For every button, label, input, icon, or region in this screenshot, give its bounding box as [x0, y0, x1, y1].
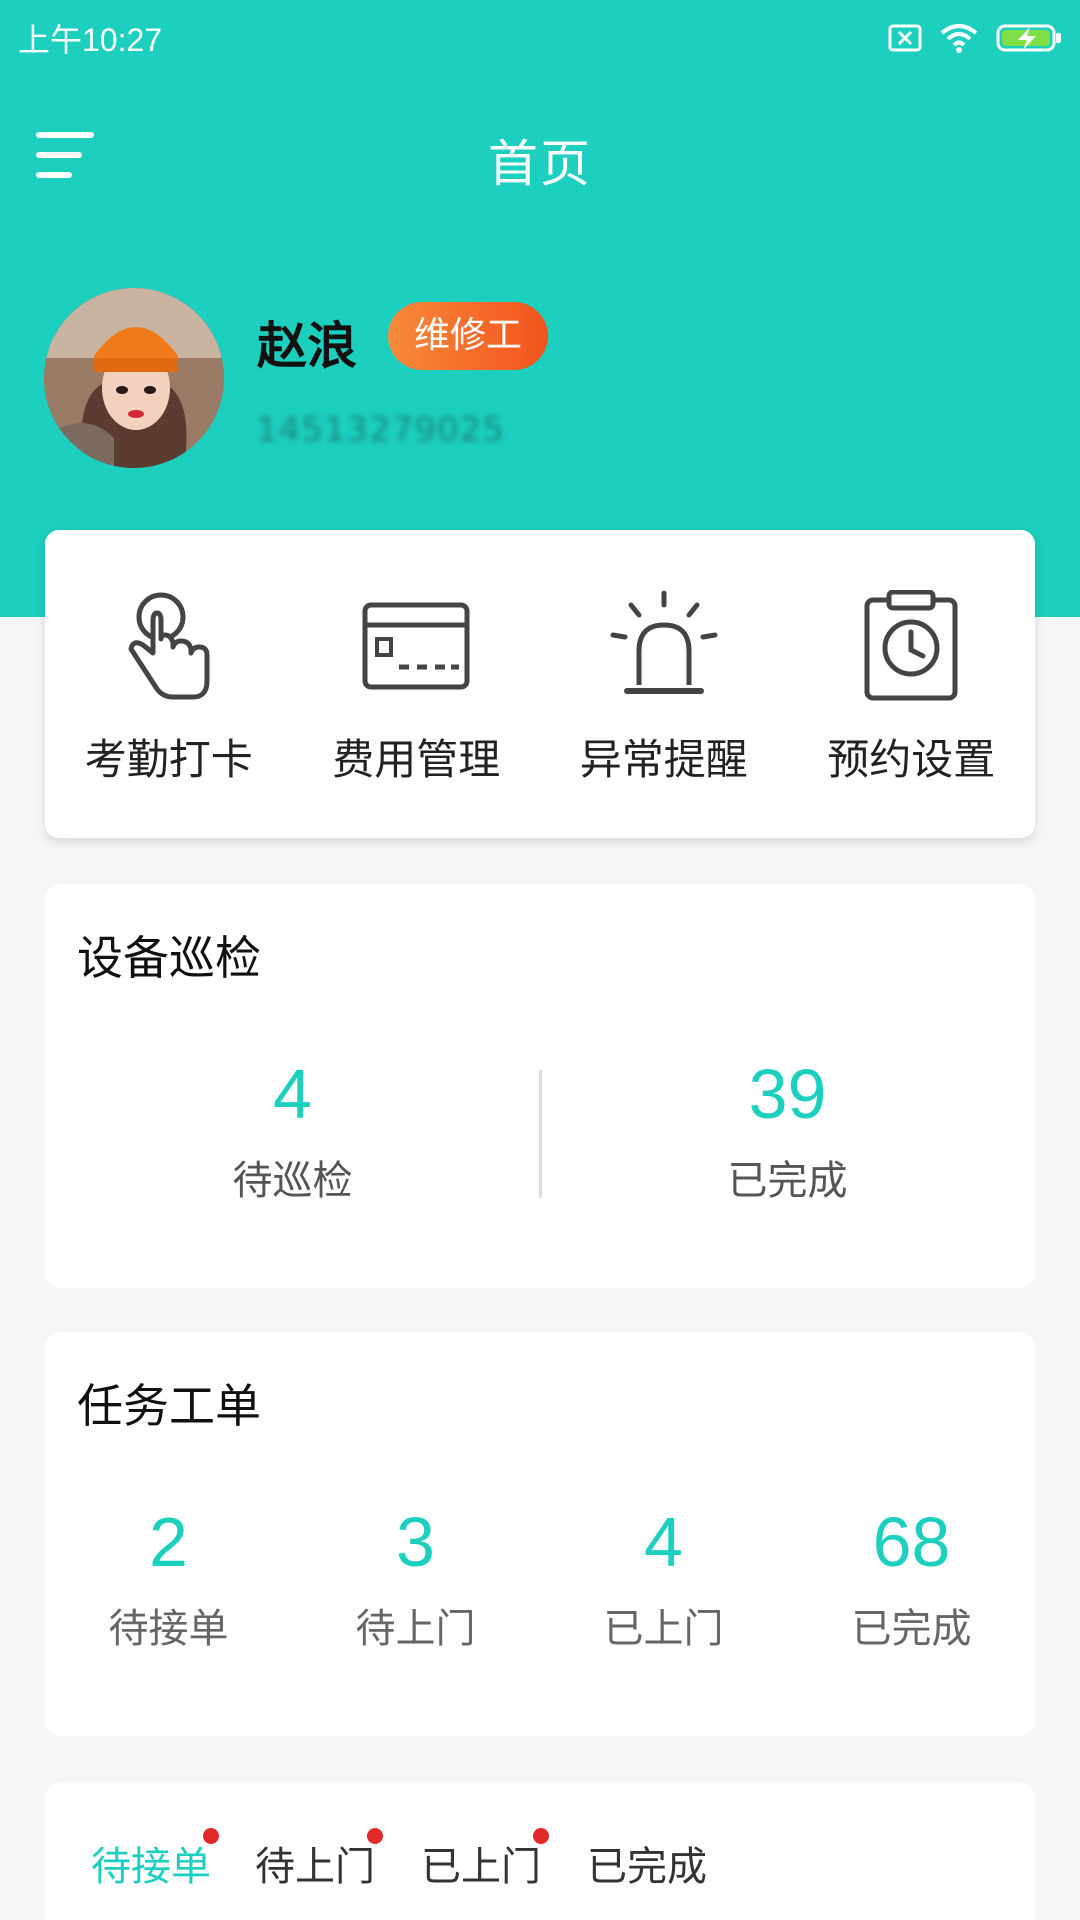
stat-label: 已完成 — [727, 1158, 848, 1204]
avatar[interactable] — [44, 288, 224, 468]
quick-action-label: 预约设置 — [827, 735, 996, 784]
stat-value: 2 — [149, 1503, 188, 1581]
quick-action-label: 费用管理 — [332, 735, 501, 784]
stat-pending-inspection[interactable]: 4 待巡检 — [45, 1054, 540, 1206]
stat-label: 待巡检 — [232, 1158, 353, 1204]
order-tabs: 待接单 待上门 已上门 已完成 — [45, 1782, 1035, 1920]
notification-dot — [367, 1828, 383, 1844]
tasks-title: 任务工单 — [77, 1379, 261, 1433]
stat-visited[interactable]: 4 已上门 — [540, 1502, 787, 1654]
inspection-title: 设备巡检 — [77, 931, 261, 985]
quick-action-label: 考勤打卡 — [84, 735, 253, 784]
stat-value: 3 — [396, 1503, 435, 1581]
clipboard-clock-icon — [851, 586, 971, 706]
tab-visited[interactable]: 已上门 — [421, 1828, 549, 1892]
quick-action-alert[interactable]: 异常提醒 — [540, 530, 788, 838]
stat-value: 39 — [748, 1055, 827, 1133]
status-time: 上午10:27 — [18, 21, 163, 58]
tasks-card: 任务工单 2 待接单 3 待上门 4 已上门 68 已完成 — [45, 1332, 1035, 1736]
status-bar: 上午10:27 — [0, 0, 1080, 75]
stat-pending-visit[interactable]: 3 待上门 — [292, 1502, 539, 1654]
quick-action-label: 异常提醒 — [579, 735, 748, 784]
stat-label: 待接单 — [108, 1606, 229, 1652]
hand-pointer-icon — [109, 586, 229, 706]
quick-action-attendance[interactable]: 考勤打卡 — [45, 530, 293, 838]
no-sim-icon — [888, 24, 922, 51]
tab-label: 待接单 — [91, 1844, 211, 1890]
tab-label: 已上门 — [421, 1844, 541, 1890]
alarm-icon — [604, 586, 724, 706]
stat-pending-accept[interactable]: 2 待接单 — [45, 1502, 292, 1654]
stat-label: 待上门 — [355, 1606, 476, 1652]
wifi-icon — [940, 23, 978, 53]
stat-completed-tasks[interactable]: 68 已完成 — [788, 1502, 1035, 1654]
quick-action-expense[interactable]: 费用管理 — [293, 530, 541, 838]
stat-label: 已完成 — [851, 1606, 972, 1652]
notification-dot — [533, 1828, 549, 1844]
tab-label: 待上门 — [255, 1844, 375, 1890]
stat-value: 4 — [273, 1055, 312, 1133]
status-icons — [888, 23, 1062, 53]
page-title: 首页 — [488, 135, 592, 193]
role-badge: 维修工 — [388, 302, 549, 370]
stat-value: 68 — [872, 1503, 951, 1581]
stat-label: 已上门 — [603, 1606, 724, 1652]
stat-value: 4 — [644, 1503, 683, 1581]
inspection-card: 设备巡检 4 待巡检 39 已完成 — [45, 884, 1035, 1288]
tab-pending-visit[interactable]: 待上门 — [255, 1828, 383, 1892]
tab-completed[interactable]: 已完成 — [587, 1834, 707, 1892]
stat-completed-inspection[interactable]: 39 已完成 — [540, 1054, 1035, 1206]
battery-charging-icon — [996, 24, 1061, 51]
card-icon — [356, 586, 476, 706]
user-name: 赵浪 — [257, 317, 357, 375]
phone-number: 14513279025 — [256, 410, 505, 450]
notification-dot — [203, 1828, 219, 1844]
quick-actions-card: 考勤打卡 费用管理 异常提醒 预约设置 — [45, 530, 1035, 838]
quick-action-booking[interactable]: 预约设置 — [788, 530, 1036, 838]
tab-pending-accept[interactable]: 待接单 — [91, 1828, 219, 1892]
tab-label: 已完成 — [587, 1844, 707, 1890]
